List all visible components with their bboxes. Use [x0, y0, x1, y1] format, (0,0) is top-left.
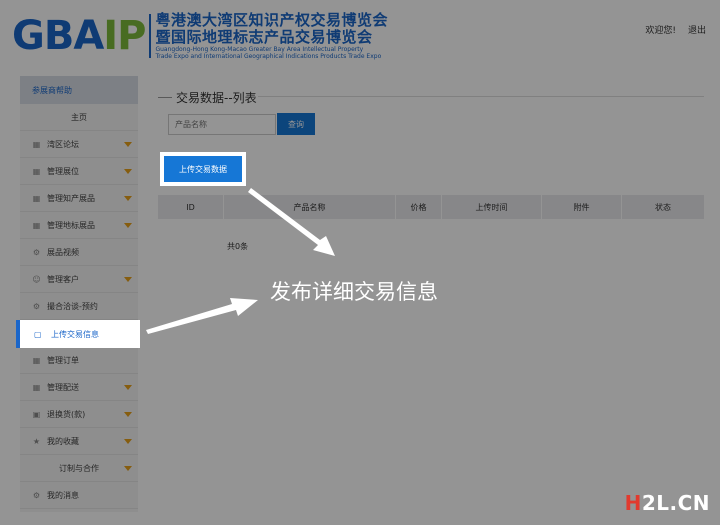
watermark: H2L.CN — [624, 491, 710, 515]
arrow-to-upload-button — [248, 188, 335, 256]
annotation-arrows — [146, 188, 335, 334]
annotation-text: 发布详细交易信息 — [270, 280, 438, 304]
arrow-to-sidebar-item — [146, 298, 258, 334]
